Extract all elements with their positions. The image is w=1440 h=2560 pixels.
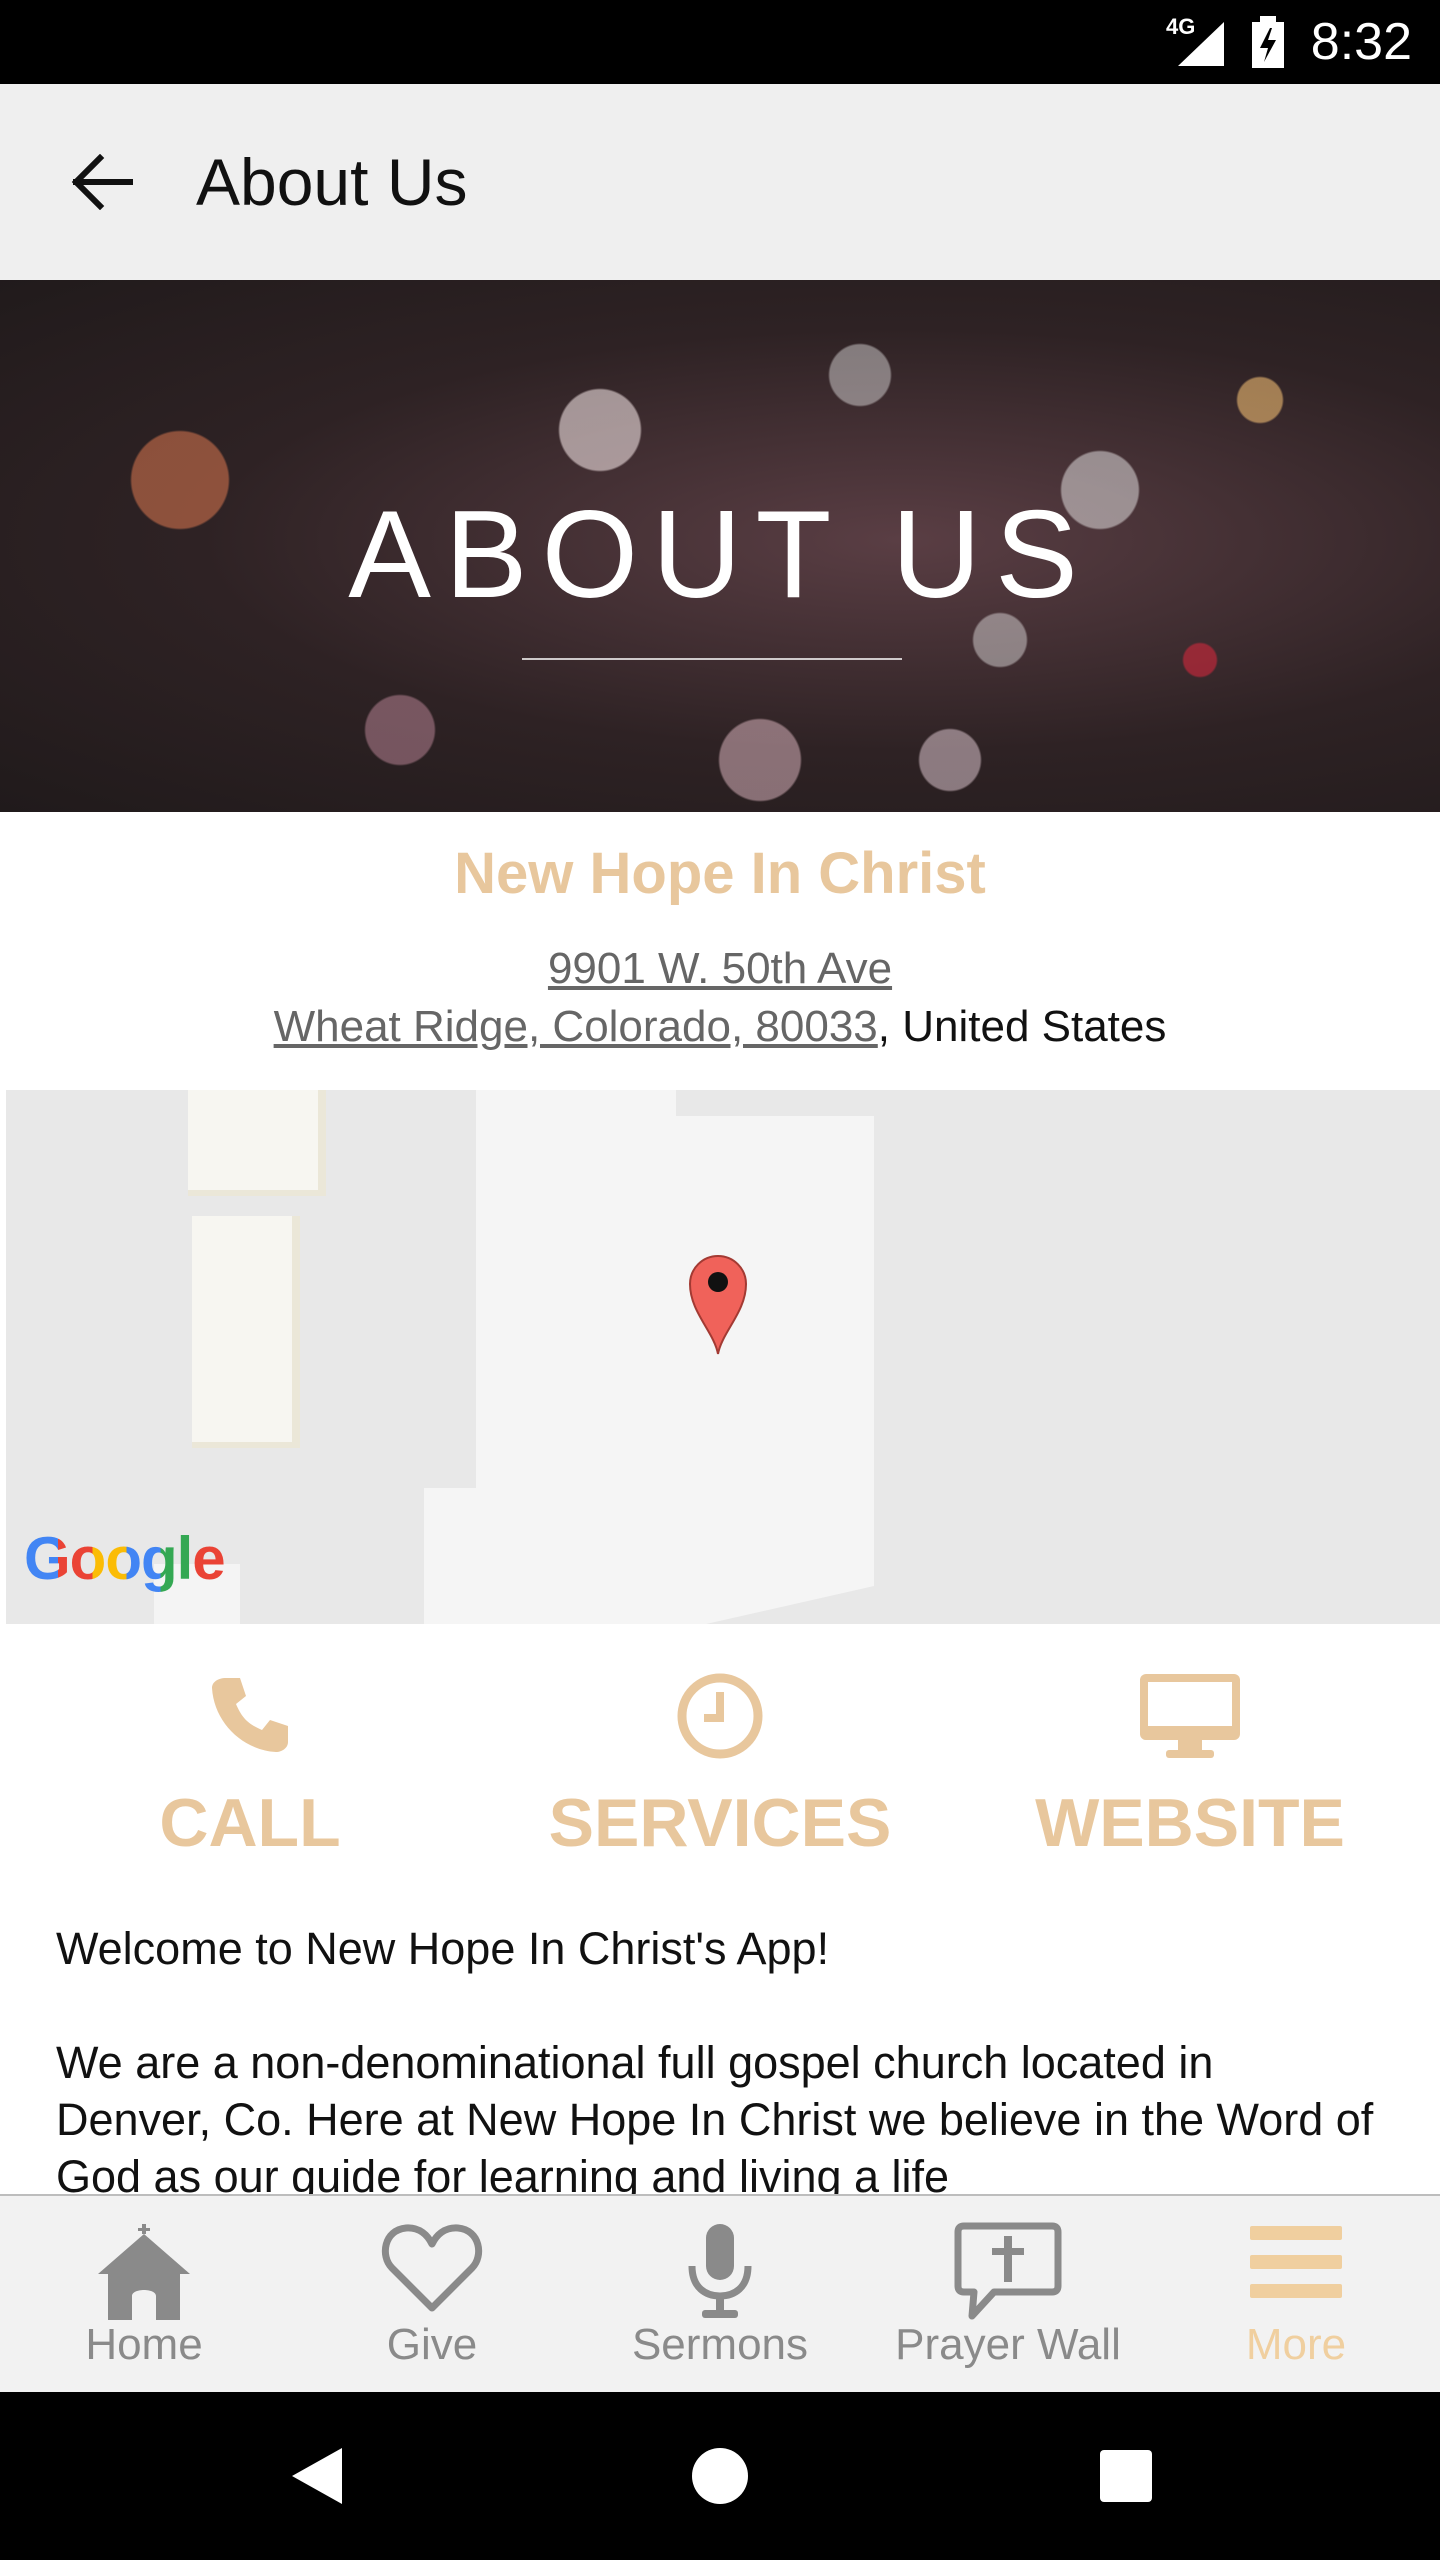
app-bar: About Us	[0, 84, 1440, 280]
nav-sermons-label: Sermons	[631, 2320, 809, 2369]
services-label: SERVICES	[548, 1785, 892, 1861]
location-map[interactable]: Google	[6, 1090, 1440, 1624]
battery-charging-icon	[1252, 16, 1284, 68]
website-button[interactable]: WEBSITE	[970, 1664, 1410, 1864]
clock-icon	[677, 1673, 763, 1759]
google-logo: Google	[24, 1524, 226, 1593]
map-building	[192, 1216, 300, 1448]
map-lot	[676, 1116, 874, 1624]
nav-give[interactable]: Give	[288, 2196, 576, 2394]
system-recents-button[interactable]	[1066, 2416, 1186, 2536]
about-banner-image: ABOUT US	[0, 280, 1440, 812]
page-title: About Us	[196, 145, 468, 219]
nav-home-label: Home	[85, 2320, 203, 2369]
nav-more-label: More	[1245, 2320, 1347, 2369]
heart-icon	[381, 2224, 483, 2312]
square-recents-icon	[1100, 2450, 1152, 2502]
address-street: 9901 W. 50th Ave	[0, 944, 1440, 994]
nav-give-label: Give	[386, 2320, 478, 2369]
system-navigation-bar	[0, 2392, 1440, 2560]
address-street-link[interactable]: 9901 W. 50th Ave	[548, 944, 892, 993]
nav-home[interactable]: Home	[0, 2196, 288, 2394]
church-name: New Hope In Christ	[454, 841, 986, 906]
menu-icon	[1250, 2226, 1342, 2298]
church-icon	[98, 2224, 190, 2320]
phone-icon	[212, 1678, 288, 1752]
microphone-icon	[688, 2224, 752, 2318]
banner-divider	[522, 658, 902, 660]
arrow-left-icon	[71, 154, 133, 210]
google-logo-text: Google	[24, 1525, 226, 1592]
triangle-back-icon	[292, 2448, 342, 2504]
signal-icon	[1178, 22, 1224, 66]
address-city-line: Wheat Ridge, Colorado, 80033, United Sta…	[0, 1002, 1440, 1052]
status-bar: 4G 8:32	[0, 0, 1440, 84]
nav-prayer-wall[interactable]: Prayer Wall	[864, 2196, 1152, 2394]
call-label: CALL	[159, 1785, 341, 1861]
nav-sermons[interactable]: Sermons	[576, 2196, 864, 2394]
call-button[interactable]: CALL	[30, 1664, 470, 1864]
clock-time: 8:32	[1310, 13, 1412, 71]
map-lot	[424, 1488, 484, 1624]
system-home-button[interactable]	[660, 2416, 780, 2536]
system-back-button[interactable]	[256, 2416, 376, 2536]
description-paragraph: We are a non-denominational full gospel …	[56, 2037, 1374, 2196]
website-label: WEBSITE	[1035, 1785, 1345, 1861]
map-building	[188, 1090, 326, 1196]
address-city-link[interactable]: Wheat Ridge, Colorado, 80033	[274, 1002, 878, 1051]
monitor-icon	[1140, 1674, 1240, 1758]
nav-more[interactable]: More	[1152, 2196, 1440, 2394]
bottom-navigation: Home Give Sermons Prayer Wall More	[0, 2194, 1440, 2394]
speech-bubble-cross-icon	[954, 2222, 1062, 2320]
banner-heading: ABOUT US	[348, 486, 1092, 624]
about-description: Welcome to New Hope In Christ's App! We …	[56, 1920, 1376, 2196]
welcome-text: Welcome to New Hope In Christ's App!	[56, 1923, 830, 1974]
address-country: , United States	[877, 1002, 1167, 1051]
back-button[interactable]	[48, 128, 156, 236]
nav-prayer-wall-label: Prayer Wall	[895, 2320, 1121, 2369]
map-pin-icon[interactable]	[686, 1252, 750, 1356]
services-button[interactable]: SERVICES	[500, 1664, 940, 1864]
circle-home-icon	[692, 2448, 748, 2504]
map-lot	[476, 1090, 676, 1624]
